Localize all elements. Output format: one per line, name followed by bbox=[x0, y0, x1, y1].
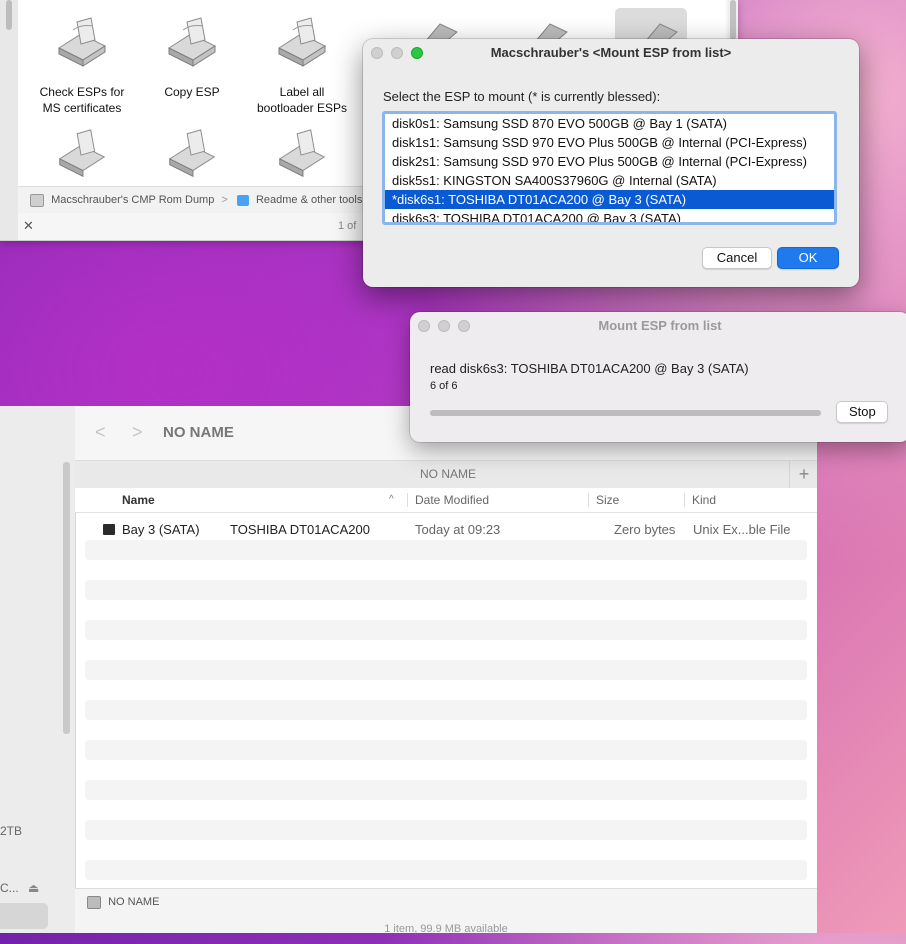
esp-list-item[interactable]: disk5s1: KINGSTON SA400S37960G @ Interna… bbox=[385, 171, 834, 190]
dialog-title: Macschrauber's <Mount ESP from list> bbox=[490, 45, 732, 60]
empty-row bbox=[85, 580, 807, 600]
empty-row bbox=[85, 660, 807, 680]
finder-window-no-name: 2TB C... ⏏ < > NO NAME NO NAME + Name ^ … bbox=[0, 406, 817, 935]
stop-button[interactable]: Stop bbox=[836, 401, 888, 423]
sort-chevron-icon: ^ bbox=[389, 494, 394, 505]
sidebar-capacity-text: 2TB bbox=[0, 824, 23, 838]
window-title: NO NAME bbox=[163, 424, 234, 441]
icon-label: Copy ESP bbox=[164, 85, 220, 99]
terminal-icon bbox=[103, 524, 115, 535]
progress-window: Mount ESP from list read disk6s3: TOSHIB… bbox=[410, 312, 906, 442]
empty-row bbox=[85, 620, 807, 640]
progress-bar-fill bbox=[430, 410, 821, 416]
path-item-readme[interactable]: Readme & other tools bbox=[256, 194, 362, 206]
ok-button[interactable]: OK bbox=[777, 247, 839, 269]
column-size[interactable]: Size bbox=[596, 488, 619, 512]
empty-row bbox=[85, 820, 807, 840]
zoom-button[interactable] bbox=[458, 320, 470, 332]
file-kind: Unix Ex...ble File bbox=[693, 522, 791, 537]
empty-row bbox=[85, 700, 807, 720]
sidebar bbox=[0, 0, 18, 240]
progress-count: 6 of 6 bbox=[430, 380, 458, 392]
sidebar-truncated-item[interactable]: C... bbox=[0, 881, 19, 895]
applescript-icon bbox=[57, 17, 107, 67]
column-name[interactable]: Name bbox=[122, 488, 155, 512]
back-button[interactable]: < bbox=[95, 422, 106, 443]
disk-icon bbox=[87, 895, 101, 909]
icon-item-copy-esp[interactable]: Copy ESP bbox=[142, 14, 242, 100]
status-bar: 1 item, 99.9 MB available bbox=[75, 914, 817, 935]
esp-list[interactable]: disk0s1: Samsung SSD 870 EVO 500GB @ Bay… bbox=[382, 111, 837, 225]
disk-icon bbox=[30, 193, 44, 207]
eject-icon[interactable]: ⏏ bbox=[28, 881, 39, 895]
icon-item-check-esps[interactable]: Check ESPs for MS certificates bbox=[32, 14, 132, 116]
empty-row bbox=[85, 740, 807, 760]
esp-list-item[interactable]: disk0s1: Samsung SSD 870 EVO 500GB @ Bay… bbox=[385, 114, 834, 133]
esp-list-item[interactable]: disk6s3: TOSHIBA DT01ACA200 @ Bay 3 (SAT… bbox=[385, 209, 834, 222]
close-button[interactable] bbox=[418, 320, 430, 332]
esp-list-item[interactable]: *disk6s1: TOSHIBA DT01ACA200 @ Bay 3 (SA… bbox=[385, 190, 834, 209]
empty-row bbox=[85, 780, 807, 800]
progress-title: Mount ESP from list bbox=[598, 318, 722, 333]
dialog-prompt: Select the ESP to mount (* is currently … bbox=[383, 89, 661, 104]
icon-item-label-esps[interactable]: Label all bootloader ESPs bbox=[252, 14, 352, 116]
tab-bar: NO NAME + bbox=[75, 460, 817, 489]
applescript-icon[interactable] bbox=[271, 126, 333, 186]
forward-button[interactable]: > bbox=[132, 422, 143, 443]
table-row[interactable]: Bay 3 (SATA) TOSHIBA DT01ACA200 Today at… bbox=[75, 520, 817, 540]
esp-list-item[interactable]: disk1s1: Samsung SSD 970 EVO Plus 500GB … bbox=[385, 133, 834, 152]
status-text: 1 of bbox=[338, 220, 357, 232]
path-bar: NO NAME bbox=[75, 888, 817, 915]
dialog-title-bar: Macschrauber's <Mount ESP from list> bbox=[363, 39, 859, 67]
minimize-button[interactable] bbox=[391, 47, 403, 59]
cancel-button[interactable]: Cancel bbox=[702, 247, 772, 269]
icon-label: Label all bootloader ESPs bbox=[256, 85, 348, 115]
file-name: Bay 3 (SATA) bbox=[122, 522, 200, 537]
esp-list-item[interactable]: disk2s1: Samsung SSD 970 EVO Plus 500GB … bbox=[385, 152, 834, 171]
mount-esp-dialog: Macschrauber's <Mount ESP from list> Sel… bbox=[363, 39, 859, 287]
applescript-icon[interactable] bbox=[51, 126, 113, 186]
applescript-icon bbox=[167, 17, 217, 67]
column-header: Name ^ Date Modified Size Kind bbox=[75, 488, 817, 513]
path-separator: > bbox=[221, 194, 228, 207]
zoom-button[interactable] bbox=[411, 47, 423, 59]
folder-icon bbox=[236, 194, 249, 206]
progress-title-bar: Mount ESP from list bbox=[410, 312, 906, 340]
path-item-rom-dump[interactable]: Macschrauber's CMP Rom Dump bbox=[51, 194, 214, 206]
add-tab-button[interactable]: + bbox=[789, 461, 818, 489]
close-button[interactable] bbox=[371, 47, 383, 59]
progress-bar bbox=[430, 410, 821, 416]
file-date: Today at 09:23 bbox=[415, 522, 501, 537]
status-text: 1 item, 99.9 MB available bbox=[384, 923, 508, 935]
sidebar-selected-item[interactable] bbox=[0, 903, 48, 929]
empty-row bbox=[85, 540, 807, 560]
empty-row bbox=[85, 860, 807, 880]
tab-no-name[interactable]: NO NAME bbox=[420, 467, 476, 481]
applescript-icon bbox=[277, 17, 327, 67]
minimize-button[interactable] bbox=[438, 320, 450, 332]
icon-label: Check ESPs for MS certificates bbox=[39, 85, 125, 115]
close-icon[interactable]: ✕ bbox=[23, 212, 34, 240]
column-kind[interactable]: Kind bbox=[692, 488, 716, 512]
file-name-extra: TOSHIBA DT01ACA200 bbox=[230, 522, 370, 537]
progress-message: read disk6s3: TOSHIBA DT01ACA200 @ Bay 3… bbox=[430, 361, 749, 376]
sidebar-scrollbar[interactable] bbox=[63, 462, 70, 734]
file-size: Zero bytes bbox=[614, 522, 676, 537]
path-item-no-name[interactable]: NO NAME bbox=[108, 896, 159, 908]
sidebar-scrollbar[interactable] bbox=[6, 0, 12, 30]
applescript-icon[interactable] bbox=[161, 126, 223, 186]
column-date[interactable]: Date Modified bbox=[415, 488, 489, 512]
